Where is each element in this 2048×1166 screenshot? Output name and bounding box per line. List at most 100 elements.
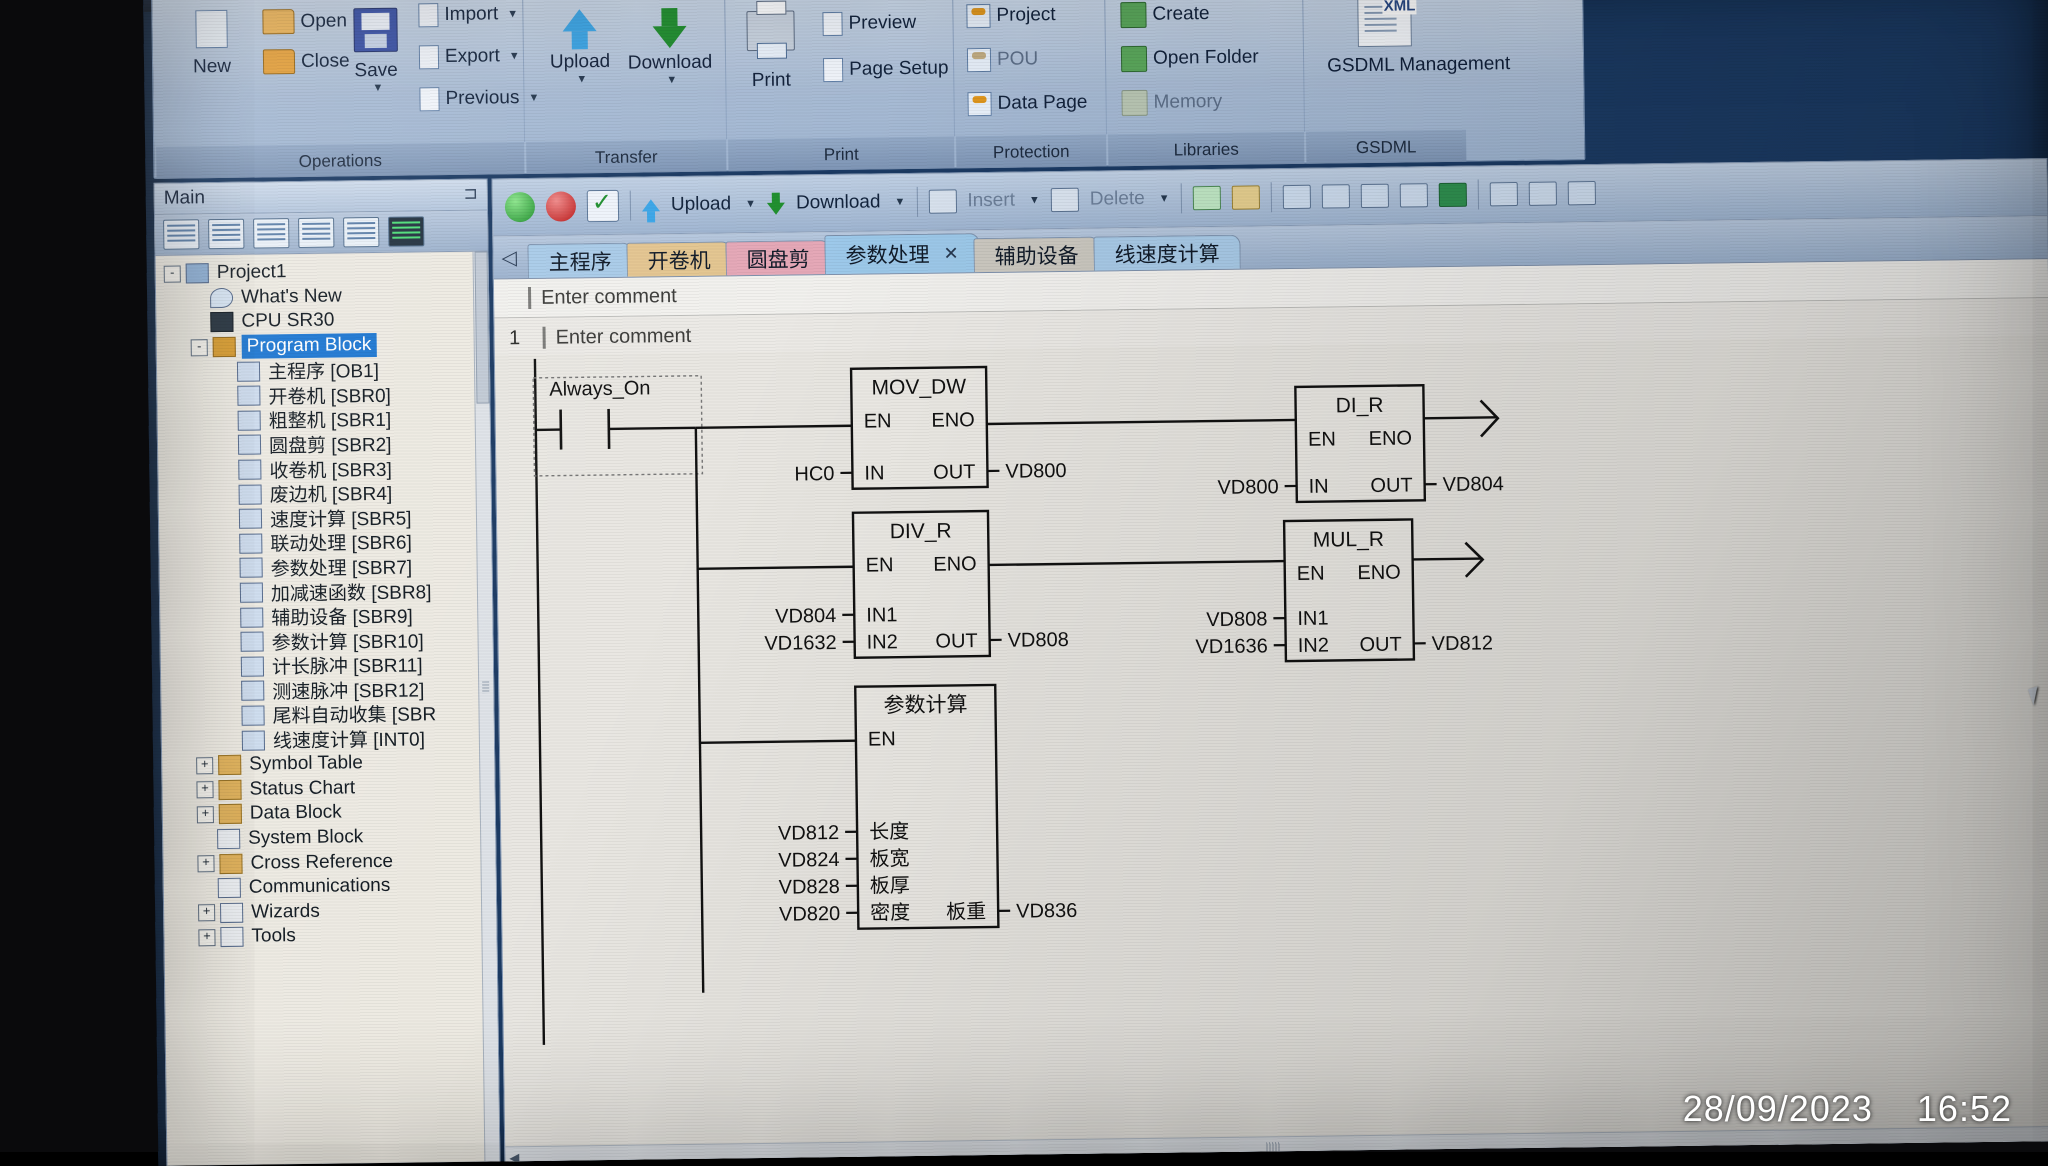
collapse-icon[interactable]: - [191,339,208,356]
tab-auxiliary-equipment[interactable]: 辅助设备 [973,237,1099,273]
run-icon[interactable] [505,192,535,222]
download-button[interactable]: Download ▼ [626,8,713,87]
ladder-canvas[interactable]: Always_OnMOV_DWENINHC0ENOOUTVD800DI_RENI… [495,335,2048,1147]
close-button[interactable]: Close [263,48,350,74]
tab-line-speed-calculation[interactable]: 线速度计算 [1093,235,1240,271]
scroll-left-icon[interactable]: ◀ [509,1150,519,1166]
tab-uncoiler[interactable]: 开卷机 [626,241,731,276]
symbol-table-icon[interactable] [208,219,244,249]
tab-disc-shear[interactable]: 圆盘剪 [725,240,830,275]
ladder-block-mov_dw[interactable]: MOV_DWENINHC0ENOOUTVD800 [793,366,1067,490]
insert-icon[interactable] [928,189,956,213]
expand-icon[interactable]: + [198,904,215,921]
editor-delete-caret-icon[interactable]: ▼ [1159,193,1170,205]
editor-upload-caret-icon[interactable]: ▼ [745,198,756,210]
tab-label: 主程序 [548,245,611,276]
comment-marker [542,327,545,349]
editor-insert-label[interactable]: Insert [967,190,1015,213]
key-icon [966,4,990,28]
open-button[interactable]: Open [262,8,347,34]
network-comment-placeholder: Enter comment [541,285,677,310]
block-title: MOV_DW [871,375,966,399]
delete-icon[interactable] [1051,188,1079,212]
jump-icon[interactable] [1438,183,1466,207]
project-tree-pane: Main ⊐ -Project1What's NewCPU SR30-Progr… [154,179,501,1166]
ribbon-group-label-transfer: Transfer [526,146,726,169]
tree-indent [159,495,219,496]
new-document-icon [195,10,227,48]
tree-scrollbar-thumb[interactable] [475,252,490,404]
save-button[interactable]: Save ▼ [342,8,409,95]
project-tree[interactable]: -Project1What's NewCPU SR30-Program Bloc… [156,252,486,1166]
unlock-icon[interactable] [1528,182,1556,206]
import-caret-icon[interactable]: ▼ [507,8,518,20]
ladder-block-mul_r[interactable]: MUL_RENIN1VD808IN2VD1636ENOOUTVD812 [1194,518,1493,662]
page-setup-button[interactable]: Page Setup [823,56,949,82]
library-open-folder-icon [1121,46,1147,72]
ladder-block-di_r[interactable]: DI_RENINVD800ENOOUTVD804 [1216,384,1504,503]
gsdml-management-button[interactable]: XML GSDML Management [1326,0,1443,76]
expand-icon[interactable]: + [198,929,215,946]
export-caret-icon[interactable]: ▼ [509,50,520,62]
status-chart-icon[interactable] [253,218,289,248]
tree-scrollbar-grip[interactable] [482,682,489,694]
expand-icon[interactable]: + [197,806,214,823]
collapse-icon[interactable]: - [164,265,181,282]
library-open-folder-button[interactable]: Open Folder [1121,44,1259,72]
upload-caret-icon[interactable]: ▼ [540,73,623,86]
data-block-icon[interactable] [298,218,334,248]
save-caret-icon[interactable]: ▼ [346,82,409,95]
block-pin-label: 密度 [870,901,910,925]
export-button[interactable]: Export ▼ [419,44,520,69]
ladder-block-param_calc[interactable]: 参数计算EN长度VD812板宽VD824板厚VD828密度VD820板重VD83… [776,684,1077,930]
editor-delete-label[interactable]: Delete [1090,188,1145,211]
coil-icon[interactable] [1321,184,1349,208]
program-block-icon[interactable] [163,219,199,249]
plc-monitor-icon[interactable] [388,216,424,246]
lock-icon[interactable] [1489,182,1517,206]
download-arrow-icon[interactable] [767,203,785,215]
download-caret-icon[interactable]: ▼ [630,74,713,87]
editor-insert-caret-icon[interactable]: ▼ [1029,194,1040,206]
protection-project-button[interactable]: Project [966,3,1055,28]
protection-project-label: Project [996,4,1055,27]
editor-upload-label[interactable]: Upload [671,193,732,216]
editor-download-label[interactable]: Download [796,191,881,214]
tab-main-program[interactable]: 主程序 [527,243,632,278]
pin-icon[interactable]: ⊐ [463,184,478,204]
scrollbar-grip[interactable] [1267,1142,1281,1152]
tab-nav-left-icon[interactable]: ◁ [501,245,517,270]
box-icon[interactable] [1360,184,1388,208]
tab-close-icon[interactable]: ✕ [943,243,958,264]
tree-item[interactable]: +Tools [164,922,482,951]
import-button[interactable]: Import ▼ [418,2,518,27]
branch-icon[interactable] [1399,183,1427,207]
stop-icon[interactable] [546,191,576,221]
upload-arrow-icon[interactable] [642,199,660,211]
upload-button[interactable]: Upload ▼ [536,9,623,86]
contact-icon[interactable] [1282,185,1310,209]
password-icon[interactable] [1567,181,1595,205]
library-create-button[interactable]: Create [1120,1,1209,28]
tab-parameter-processing[interactable]: 参数处理 ✕ [824,233,980,274]
expand-icon[interactable]: + [196,781,213,798]
toggle-view-icon[interactable] [1231,185,1259,209]
rung-comment-placeholder: Enter comment [555,324,691,349]
cross-reference-icon[interactable] [343,217,379,247]
protection-data-page-button[interactable]: Data Page [967,91,1087,117]
library-memory-button[interactable]: Memory [1121,89,1222,116]
print-button[interactable]: Print [734,10,807,92]
preview-button[interactable]: Preview [822,11,916,36]
compile-icon[interactable] [587,190,619,222]
new-button[interactable]: New [168,10,255,79]
ladder-block-div_r[interactable]: DIV_RENIN1VD804IN2VD1632ENOOUTVD808 [763,510,1069,659]
previous-button[interactable]: Previous ▼ [419,86,539,112]
tree-indent [162,741,222,742]
protection-pou-button[interactable]: POU [967,47,1038,72]
run-network-icon[interactable] [1192,186,1220,210]
import-icon [418,3,438,27]
expand-icon[interactable]: + [196,757,213,774]
expand-icon[interactable]: + [197,855,214,872]
editor-download-caret-icon[interactable]: ▼ [894,196,905,208]
tree-item-label: 线速度计算 [INT0] [271,723,427,754]
